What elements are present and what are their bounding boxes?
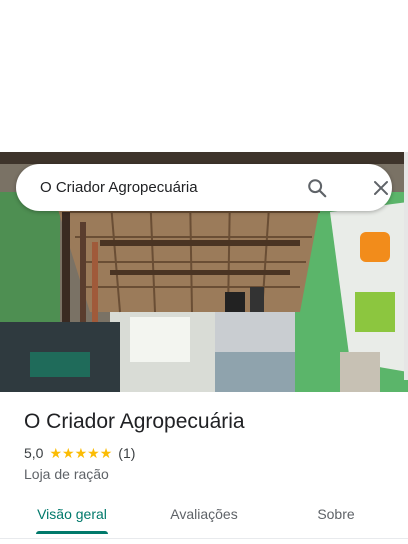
search-bar[interactable]: O Criador Agropecuária [16,164,392,211]
star-icon: ★ [99,445,113,461]
active-tab-indicator [36,531,108,534]
star-icon: ★ [49,445,63,461]
close-button[interactable] [366,173,396,203]
rating-row[interactable]: 5,0 ★ ★ ★ ★ ★ (1) [24,443,135,463]
tab-about[interactable]: Sobre [280,496,392,534]
search-icon [308,179,327,198]
rating-stars: ★ ★ ★ ★ ★ [49,446,112,460]
tab-reviews[interactable]: Avaliações [148,496,260,534]
map-blank-area [0,0,408,152]
rating-value: 5,0 [24,445,44,461]
tab-overview[interactable]: Visão geral [16,496,128,534]
star-icon: ★ [87,445,100,461]
place-category[interactable]: Loja de ração [24,464,109,484]
place-name: O Criador Agropecuária [24,410,245,433]
star-icon: ★ [62,445,75,461]
search-input[interactable]: O Criador Agropecuária [40,164,198,211]
close-icon [374,181,388,195]
photo-scrollbar[interactable] [404,152,408,380]
search-button[interactable] [302,173,332,203]
tabs-divider [0,538,408,539]
review-count[interactable]: (1) [118,445,135,461]
place-tabs: Visão geral Avaliações Sobre [0,496,408,540]
star-icon: ★ [74,445,88,461]
